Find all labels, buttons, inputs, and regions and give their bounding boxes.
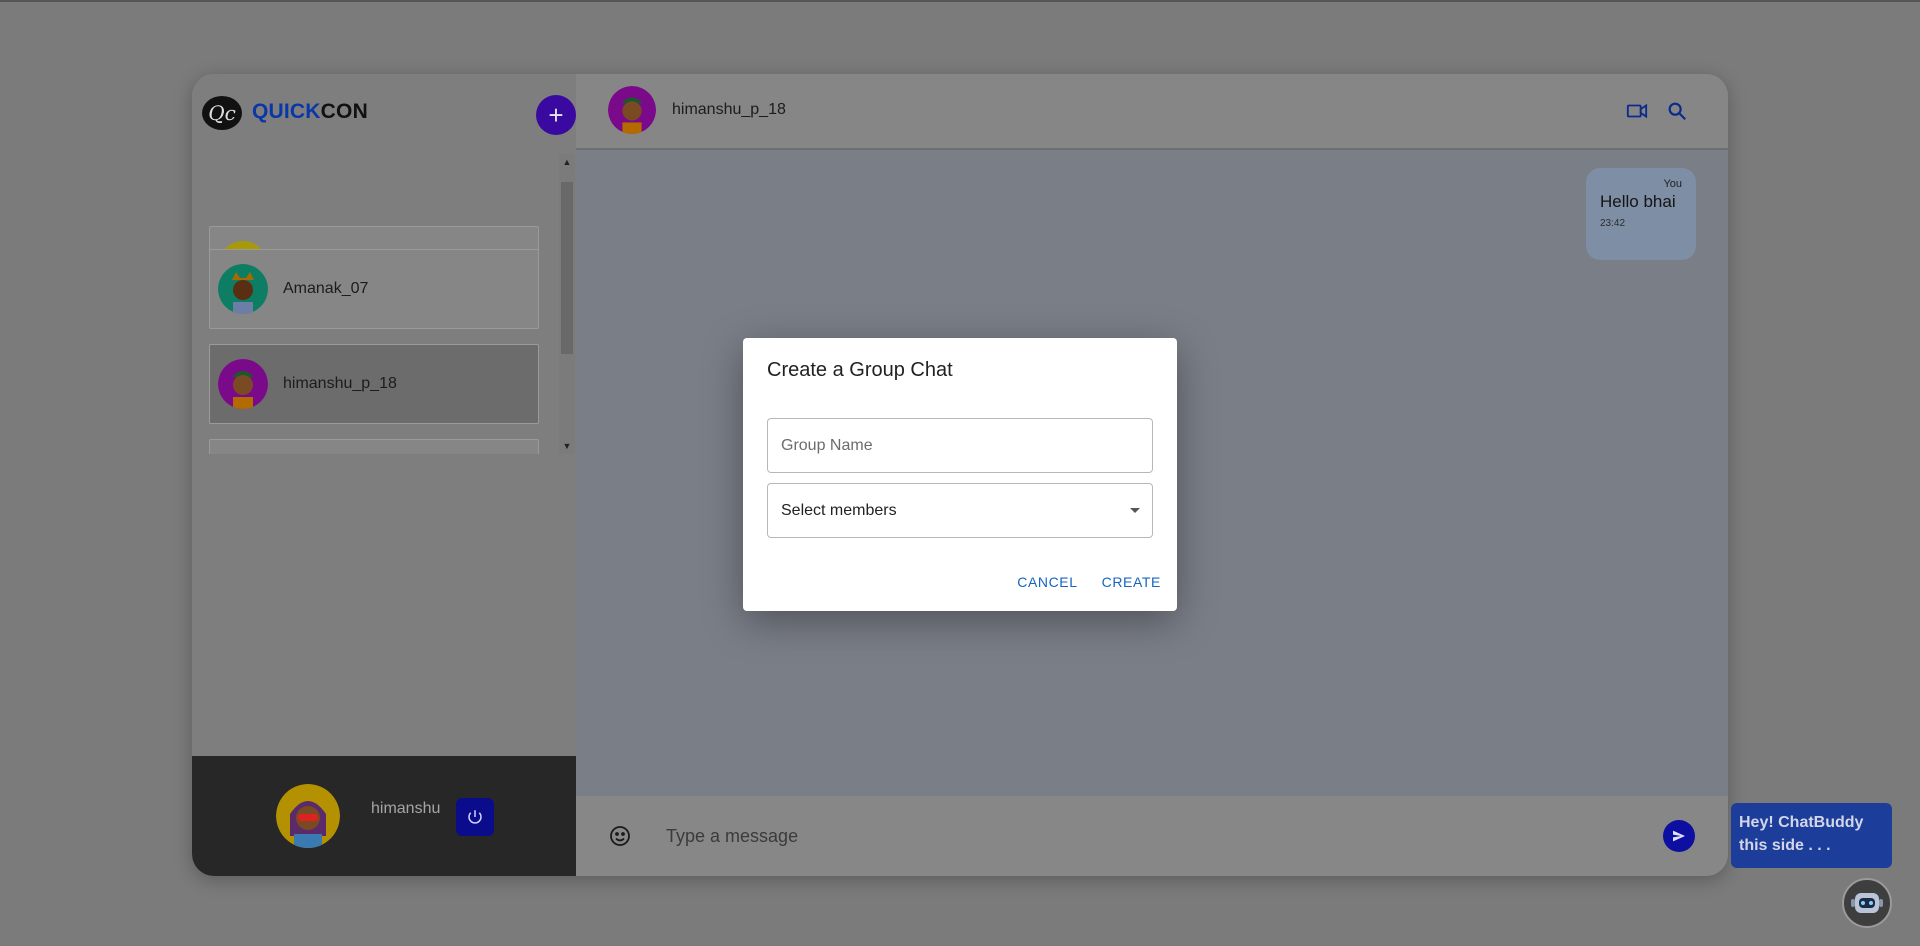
cancel-button[interactable]: CANCEL <box>1017 574 1077 590</box>
brand-name-part2: CON <box>320 100 368 123</box>
top-border <box>0 0 1920 2</box>
chat-partner-avatar <box>608 86 656 134</box>
avatar <box>218 359 268 409</box>
search-icon[interactable] <box>1666 100 1688 122</box>
message-time: 23:42 <box>1600 218 1626 229</box>
contact-item-partial[interactable] <box>209 439 539 454</box>
message-bubble: You Hello bhai 23:42 <box>1586 168 1696 260</box>
video-camera-icon[interactable] <box>1626 100 1648 122</box>
group-name-field <box>767 418 1153 473</box>
scroll-up-arrow-icon[interactable]: ▲ <box>559 154 575 170</box>
scroll-thumb[interactable] <box>561 182 573 354</box>
message-text: Hello bhai <box>1600 192 1676 211</box>
sidebar-header: Qc QUICKCON + <box>192 74 576 154</box>
avatar <box>218 264 268 314</box>
send-button[interactable] <box>1663 820 1695 852</box>
current-user-name: himanshu <box>371 800 441 817</box>
brand-name: QUICKCON <box>252 100 368 124</box>
contact-item-himanshu-p-18[interactable]: himanshu_p_18 <box>209 344 539 424</box>
current-user-panel: himanshu <box>192 756 576 876</box>
send-icon <box>1673 830 1685 842</box>
contact-name: himanshu_p_18 <box>283 375 397 392</box>
message-sender: You <box>1663 178 1682 190</box>
contact-item-amanak[interactable]: Amanak_07 <box>209 249 539 329</box>
power-icon <box>468 810 482 824</box>
members-select[interactable]: Select members <box>767 483 1153 538</box>
members-select-value: Select members <box>781 501 897 519</box>
logout-button[interactable] <box>456 798 494 836</box>
contact-list-scrollbar[interactable]: ▲ ▼ <box>559 154 575 454</box>
message-input[interactable] <box>666 818 1606 854</box>
plus-icon: + <box>548 100 564 130</box>
chatbuddy-robot-icon[interactable] <box>1842 878 1892 928</box>
chat-header: himanshu_p_18 <box>576 74 1728 150</box>
contact-list: munna Amanak_07 himanshu_p_18 <box>192 154 576 454</box>
message-composer <box>576 796 1728 876</box>
scroll-down-arrow-icon[interactable]: ▼ <box>559 438 575 454</box>
create-group-button[interactable]: + <box>536 95 576 135</box>
create-button[interactable]: CREATE <box>1102 574 1161 590</box>
sidebar: Qc QUICKCON + munna Amanak_07 <box>192 74 576 876</box>
contact-name: Amanak_07 <box>283 280 369 297</box>
current-user-avatar <box>276 784 340 848</box>
chatbuddy-bubble[interactable]: Hey! ChatBuddy this side . . . <box>1731 803 1892 868</box>
dialog-title: Create a Group Chat <box>767 359 953 381</box>
chevron-down-icon <box>1130 508 1140 513</box>
brand-name-part1: QUICK <box>252 100 321 123</box>
smiley-icon[interactable] <box>608 824 632 848</box>
create-group-dialog: Create a Group Chat Select members CANCE… <box>743 338 1177 611</box>
chat-title: himanshu_p_18 <box>672 101 786 118</box>
logo-mark: Qc <box>202 96 242 130</box>
dialog-actions: CANCEL CREATE <box>1017 574 1161 590</box>
group-name-input[interactable] <box>768 419 1152 472</box>
